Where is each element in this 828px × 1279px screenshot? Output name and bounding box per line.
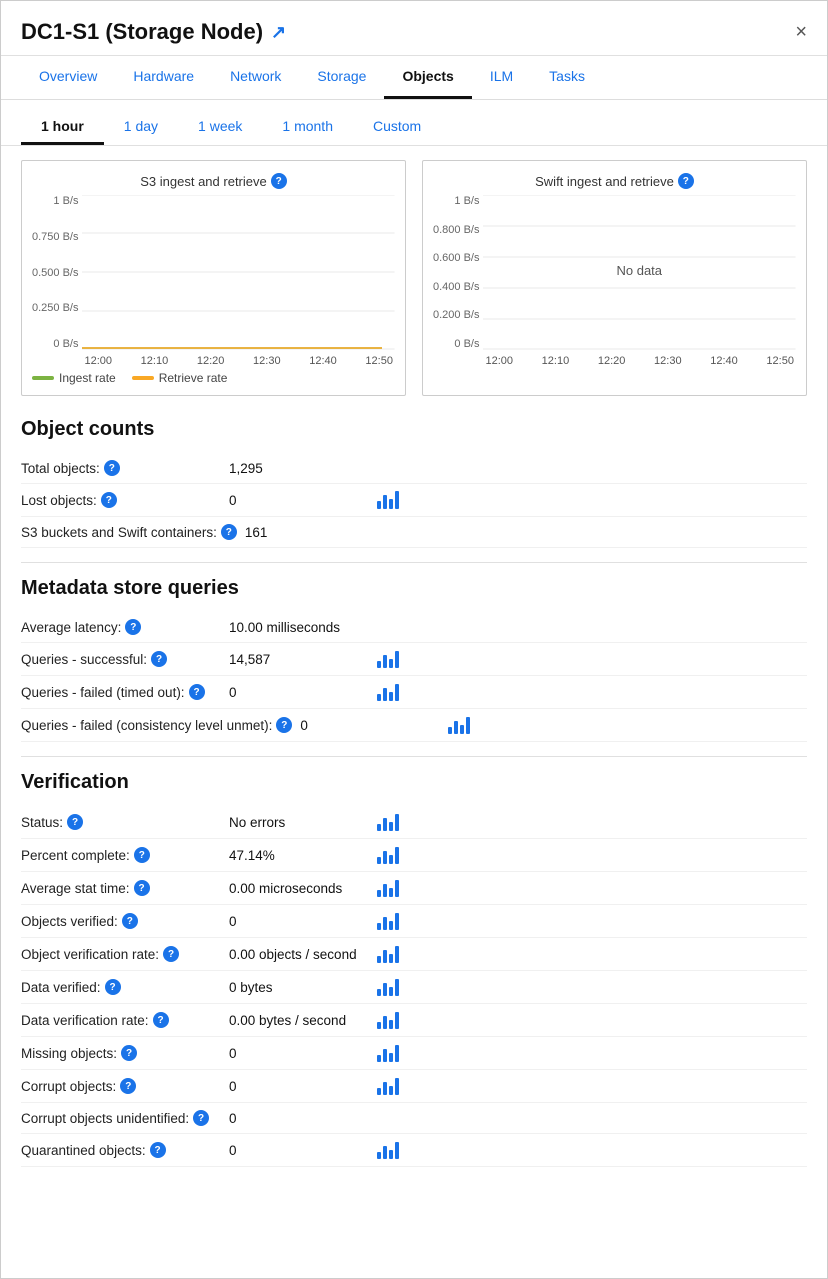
tab-overview[interactable]: Overview bbox=[21, 56, 115, 99]
retrieve-rate-label: Retrieve rate bbox=[159, 371, 228, 385]
metadata-title: Metadata store queries bbox=[21, 577, 807, 600]
corrupt-objects-chart[interactable] bbox=[377, 1077, 399, 1095]
object-counts-title: Object counts bbox=[21, 418, 807, 441]
object-counts-section: Object counts Total objects: ? 1,295 Los… bbox=[21, 418, 807, 548]
ingest-rate-label: Ingest rate bbox=[59, 371, 116, 385]
s3-chart-box: S3 ingest and retrieve ? 1 B/s 0.750 B/s… bbox=[21, 160, 406, 396]
time-tab-custom[interactable]: Custom bbox=[353, 110, 441, 145]
status-help[interactable]: ? bbox=[67, 814, 83, 830]
ingest-rate-legend-color bbox=[32, 376, 54, 380]
quarantined-objects-row: Quarantined objects: ? 0 bbox=[21, 1134, 807, 1167]
missing-objects-chart[interactable] bbox=[377, 1044, 399, 1062]
s3-chart-legend: Ingest rate Retrieve rate bbox=[32, 371, 395, 385]
missing-objects-row: Missing objects: ? 0 bbox=[21, 1037, 807, 1070]
s3-buckets-row: S3 buckets and Swift containers: ? 161 bbox=[21, 517, 807, 548]
avg-latency-row: Average latency: ? 10.00 milliseconds bbox=[21, 612, 807, 643]
queries-failed-consistency-chart[interactable] bbox=[448, 716, 470, 734]
verification-section: Verification Status: ? No errors Percent… bbox=[21, 771, 807, 1167]
title-text: DC1-S1 (Storage Node) bbox=[21, 19, 263, 45]
modal-container: DC1-S1 (Storage Node) ↗ × Overview Hardw… bbox=[0, 0, 828, 1279]
missing-objects-help[interactable]: ? bbox=[121, 1045, 137, 1061]
tabs-navigation: Overview Hardware Network Storage Object… bbox=[1, 56, 827, 100]
corrupt-objects-help[interactable]: ? bbox=[120, 1078, 136, 1094]
status-row: Status: ? No errors bbox=[21, 806, 807, 839]
metadata-section: Metadata store queries Average latency: … bbox=[21, 577, 807, 742]
time-tab-1hour[interactable]: 1 hour bbox=[21, 110, 104, 145]
avg-stat-time-row: Average stat time: ? 0.00 microseconds bbox=[21, 872, 807, 905]
lost-objects-chart[interactable] bbox=[377, 491, 399, 509]
main-content: S3 ingest and retrieve ? 1 B/s 0.750 B/s… bbox=[1, 160, 827, 1187]
tab-storage[interactable]: Storage bbox=[299, 56, 384, 99]
tab-tasks[interactable]: Tasks bbox=[531, 56, 603, 99]
close-button[interactable]: × bbox=[795, 22, 807, 42]
avg-latency-help[interactable]: ? bbox=[125, 619, 141, 635]
objects-verified-help[interactable]: ? bbox=[122, 913, 138, 929]
verification-title: Verification bbox=[21, 771, 807, 794]
lost-objects-row: Lost objects: ? 0 bbox=[21, 484, 807, 517]
queries-successful-help[interactable]: ? bbox=[151, 651, 167, 667]
objects-verified-row: Objects verified: ? 0 bbox=[21, 905, 807, 938]
swift-chart-svg: No data bbox=[483, 195, 796, 350]
total-objects-row: Total objects: ? 1,295 bbox=[21, 453, 807, 484]
object-verification-rate-chart[interactable] bbox=[377, 945, 399, 963]
s3-chart-help-icon[interactable]: ? bbox=[271, 173, 287, 189]
external-link-icon[interactable]: ↗ bbox=[271, 22, 286, 43]
queries-failed-timeout-row: Queries - failed (timed out): ? 0 bbox=[21, 676, 807, 709]
tab-network[interactable]: Network bbox=[212, 56, 299, 99]
time-tab-1month[interactable]: 1 month bbox=[262, 110, 353, 145]
data-verified-help[interactable]: ? bbox=[105, 979, 121, 995]
swift-chart-help-icon[interactable]: ? bbox=[678, 173, 694, 189]
queries-failed-timeout-chart[interactable] bbox=[377, 683, 399, 701]
s3-buckets-help[interactable]: ? bbox=[221, 524, 237, 540]
object-verification-rate-help[interactable]: ? bbox=[163, 946, 179, 962]
percent-complete-row: Percent complete: ? 47.14% bbox=[21, 839, 807, 872]
swift-chart-title: Swift ingest and retrieve ? bbox=[433, 173, 796, 189]
object-verification-rate-row: Object verification rate: ? 0.00 objects… bbox=[21, 938, 807, 971]
quarantined-objects-help[interactable]: ? bbox=[150, 1142, 166, 1158]
queries-successful-row: Queries - successful: ? 14,587 bbox=[21, 643, 807, 676]
queries-failed-consistency-row: Queries - failed (consistency level unme… bbox=[21, 709, 807, 742]
total-objects-help[interactable]: ? bbox=[104, 460, 120, 476]
corrupt-objects-unidentified-help[interactable]: ? bbox=[193, 1110, 209, 1126]
no-data-text: No data bbox=[617, 263, 663, 278]
objects-verified-chart[interactable] bbox=[377, 912, 399, 930]
avg-stat-time-help[interactable]: ? bbox=[134, 880, 150, 896]
queries-failed-consistency-help[interactable]: ? bbox=[276, 717, 292, 733]
modal-title: DC1-S1 (Storage Node) ↗ bbox=[21, 19, 286, 45]
s3-chart-svg bbox=[82, 195, 395, 350]
lost-objects-help[interactable]: ? bbox=[101, 492, 117, 508]
quarantined-objects-chart[interactable] bbox=[377, 1141, 399, 1159]
tab-ilm[interactable]: ILM bbox=[472, 56, 531, 99]
percent-complete-help[interactable]: ? bbox=[134, 847, 150, 863]
status-chart[interactable] bbox=[377, 813, 399, 831]
avg-stat-time-chart[interactable] bbox=[377, 879, 399, 897]
time-tabs: 1 hour 1 day 1 week 1 month Custom bbox=[1, 100, 827, 146]
tab-hardware[interactable]: Hardware bbox=[115, 56, 212, 99]
s3-chart-title: S3 ingest and retrieve ? bbox=[32, 173, 395, 189]
data-verification-rate-row: Data verification rate: ? 0.00 bytes / s… bbox=[21, 1004, 807, 1037]
percent-complete-chart[interactable] bbox=[377, 846, 399, 864]
data-verification-rate-help[interactable]: ? bbox=[153, 1012, 169, 1028]
charts-row: S3 ingest and retrieve ? 1 B/s 0.750 B/s… bbox=[21, 160, 807, 396]
data-verified-chart[interactable] bbox=[377, 978, 399, 996]
queries-failed-timeout-help[interactable]: ? bbox=[189, 684, 205, 700]
data-verification-rate-chart[interactable] bbox=[377, 1011, 399, 1029]
data-verified-row: Data verified: ? 0 bytes bbox=[21, 971, 807, 1004]
corrupt-objects-unidentified-row: Corrupt objects unidentified: ? 0 bbox=[21, 1103, 807, 1134]
queries-successful-chart[interactable] bbox=[377, 650, 399, 668]
tab-objects[interactable]: Objects bbox=[384, 56, 471, 99]
time-tab-1day[interactable]: 1 day bbox=[104, 110, 178, 145]
retrieve-rate-legend-color bbox=[132, 376, 154, 380]
swift-chart-box: Swift ingest and retrieve ? 1 B/s 0.800 … bbox=[422, 160, 807, 396]
time-tab-1week[interactable]: 1 week bbox=[178, 110, 262, 145]
corrupt-objects-row: Corrupt objects: ? 0 bbox=[21, 1070, 807, 1103]
modal-header: DC1-S1 (Storage Node) ↗ × bbox=[1, 1, 827, 56]
